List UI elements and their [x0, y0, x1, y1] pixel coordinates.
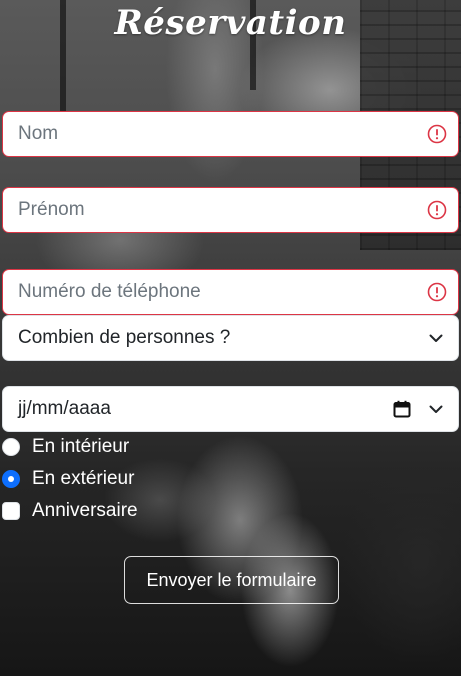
checkbox-anniversaire[interactable] [2, 502, 20, 520]
telephone-field-wrapper [2, 269, 459, 315]
page-title: Réservation [114, 3, 347, 43]
option-exterieur-label: En extérieur [32, 468, 135, 489]
people-select-value: Combien de personnes ? [18, 327, 231, 348]
submit-button[interactable]: Envoyer le formulaire [124, 556, 339, 604]
radio-exterieur[interactable] [2, 470, 20, 488]
chevron-down-icon [429, 405, 443, 413]
option-exterieur[interactable]: En extérieur [2, 466, 134, 492]
nom-input[interactable] [3, 112, 418, 156]
radio-interieur[interactable] [2, 438, 20, 456]
nom-field-wrapper [2, 111, 459, 157]
date-input-placeholder: jj/mm/aaaa [18, 398, 111, 419]
prenom-input[interactable] [3, 188, 418, 232]
option-anniversaire-label: Anniversaire [32, 500, 138, 521]
date-input[interactable]: jj/mm/aaaa [2, 386, 459, 432]
exclamation-circle-icon [427, 200, 447, 220]
exclamation-circle-icon [427, 124, 447, 144]
exclamation-circle-icon [427, 282, 447, 302]
option-interieur-label: En intérieur [32, 436, 130, 457]
reservation-page: Réservation Nom Prénom Numéro de télépho… [0, 0, 461, 676]
chevron-down-icon [429, 334, 443, 342]
prenom-field-wrapper [2, 187, 459, 233]
calendar-icon[interactable] [392, 399, 412, 419]
people-select[interactable]: Combien de personnes ? [2, 315, 459, 361]
option-interieur[interactable]: En intérieur [2, 434, 129, 460]
telephone-input[interactable] [3, 270, 418, 314]
option-anniversaire[interactable]: Anniversaire [2, 498, 138, 524]
